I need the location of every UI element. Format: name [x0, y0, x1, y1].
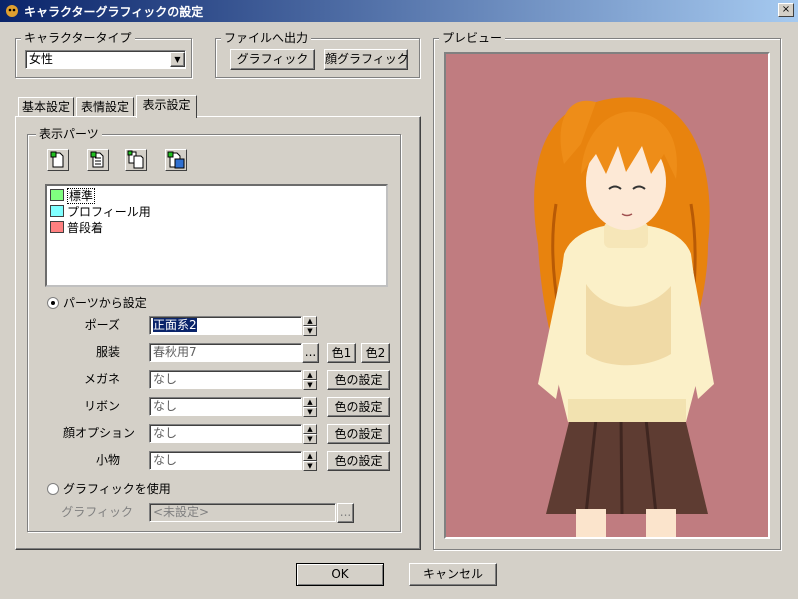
face-option-spinner[interactable]: ▲ ▼	[303, 424, 317, 444]
use-graphic-label[interactable]: グラフィックを使用	[63, 481, 171, 497]
glasses-label: メガネ	[83, 372, 120, 386]
color-swatch	[50, 189, 64, 201]
clothing-color2-button[interactable]: 色2	[361, 343, 390, 363]
display-parts-legend: 表示パーツ	[36, 127, 102, 141]
display-parts-list[interactable]: 標準 プロフィール用 普段着	[45, 184, 388, 287]
graphic-browse-button[interactable]: ...	[337, 503, 354, 523]
pose-field[interactable]: 正面系2	[149, 316, 302, 335]
ribbon-label: リボン	[83, 399, 120, 413]
character-type-value: 女性	[29, 52, 54, 66]
copy-document-icon	[127, 150, 144, 169]
tab-expression[interactable]: 表情設定	[76, 97, 134, 117]
spin-down-icon[interactable]: ▼	[303, 461, 317, 471]
copy-part-button[interactable]	[125, 149, 147, 171]
delete-part-button[interactable]	[165, 149, 187, 171]
spin-down-icon[interactable]: ▼	[303, 434, 317, 444]
clothing-label: 服装	[95, 345, 120, 359]
edit-part-button[interactable]	[87, 149, 109, 171]
glasses-color-button[interactable]: 色の設定	[327, 370, 390, 390]
clothing-browse-button[interactable]: ...	[302, 343, 319, 363]
character-type-dropdown-button[interactable]: ▼	[170, 52, 185, 67]
face-option-field[interactable]: なし	[149, 424, 302, 443]
spin-up-icon[interactable]: ▲	[303, 316, 317, 326]
spin-up-icon[interactable]: ▲	[303, 424, 317, 434]
character-type-legend: キャラクタータイプ	[21, 31, 135, 45]
face-option-color-button[interactable]: 色の設定	[327, 424, 390, 444]
list-item-label: 普段着	[67, 221, 104, 235]
character-type-select[interactable]: 女性	[25, 50, 186, 69]
cancel-button[interactable]: キャンセル	[409, 563, 497, 586]
color-swatch	[50, 221, 64, 233]
spin-down-icon[interactable]: ▼	[303, 326, 317, 336]
spin-up-icon[interactable]: ▲	[303, 451, 317, 461]
graphic-field-label: グラフィック	[61, 505, 133, 519]
new-document-icon	[50, 151, 64, 168]
delete-document-icon	[167, 151, 185, 169]
glasses-field[interactable]: なし	[149, 370, 302, 389]
preview-legend: プレビュー	[439, 31, 506, 45]
window-title: キャラクターグラフィックの設定	[24, 5, 204, 19]
graphic-path-value: <未設定>	[153, 505, 210, 519]
color-swatch	[50, 205, 64, 217]
tab-basic[interactable]: 基本設定	[18, 97, 74, 117]
export-face-graphic-button[interactable]: 顔グラフィック	[324, 49, 409, 70]
accessory-value: なし	[153, 453, 178, 467]
clothing-value: 春秋用7	[153, 345, 197, 359]
file-output-legend: ファイルへ出力	[221, 31, 312, 45]
spin-down-icon[interactable]: ▼	[303, 407, 317, 417]
spin-up-icon[interactable]: ▲	[303, 397, 317, 407]
clothing-field[interactable]: 春秋用7	[149, 343, 302, 362]
close-button[interactable]: ×	[778, 3, 794, 17]
accessory-spinner[interactable]: ▲ ▼	[303, 451, 317, 471]
set-from-parts-radio[interactable]	[47, 297, 59, 309]
list-item-label: 標準	[67, 188, 96, 204]
pose-label: ポーズ	[84, 318, 120, 332]
ribbon-color-button[interactable]: 色の設定	[327, 397, 390, 417]
accessory-color-button[interactable]: 色の設定	[327, 451, 390, 471]
radio-checked-dot	[51, 301, 55, 305]
title-bar: キャラクターグラフィックの設定 ×	[0, 0, 798, 22]
use-graphic-radio[interactable]	[47, 483, 59, 495]
chevron-down-icon: ▼	[174, 55, 181, 64]
accessory-label: 小物	[95, 453, 120, 467]
face-option-value: なし	[153, 426, 178, 440]
face-option-label: 顔オプション	[62, 426, 135, 440]
list-item[interactable]: 標準	[50, 188, 96, 204]
graphic-path-field[interactable]: <未設定>	[149, 503, 336, 522]
clothing-color1-button[interactable]: 色1	[327, 343, 356, 363]
new-part-button[interactable]	[47, 149, 69, 171]
tab-display[interactable]: 表示設定	[136, 95, 197, 118]
accessory-field[interactable]: なし	[149, 451, 302, 470]
list-item[interactable]: 普段着	[50, 220, 103, 236]
list-item-label: プロフィール用	[67, 205, 151, 219]
ribbon-field[interactable]: なし	[149, 397, 302, 416]
pose-value: 正面系2	[153, 318, 197, 332]
list-item[interactable]: プロフィール用	[50, 204, 151, 220]
app-icon	[6, 5, 18, 17]
spin-down-icon[interactable]: ▼	[303, 380, 317, 390]
glasses-spinner[interactable]: ▲ ▼	[303, 370, 317, 390]
ribbon-value: なし	[153, 399, 178, 413]
export-graphic-button[interactable]: グラフィック	[230, 49, 315, 70]
ribbon-spinner[interactable]: ▲ ▼	[303, 397, 317, 417]
spin-up-icon[interactable]: ▲	[303, 370, 317, 380]
edit-document-icon	[90, 151, 104, 168]
pose-spinner[interactable]: ▲ ▼	[303, 316, 317, 336]
set-from-parts-label[interactable]: パーツから設定	[63, 295, 147, 311]
ok-button[interactable]: OK	[296, 563, 384, 586]
character-illustration	[534, 97, 714, 537]
preview-canvas	[444, 52, 770, 539]
glasses-value: なし	[153, 372, 178, 386]
